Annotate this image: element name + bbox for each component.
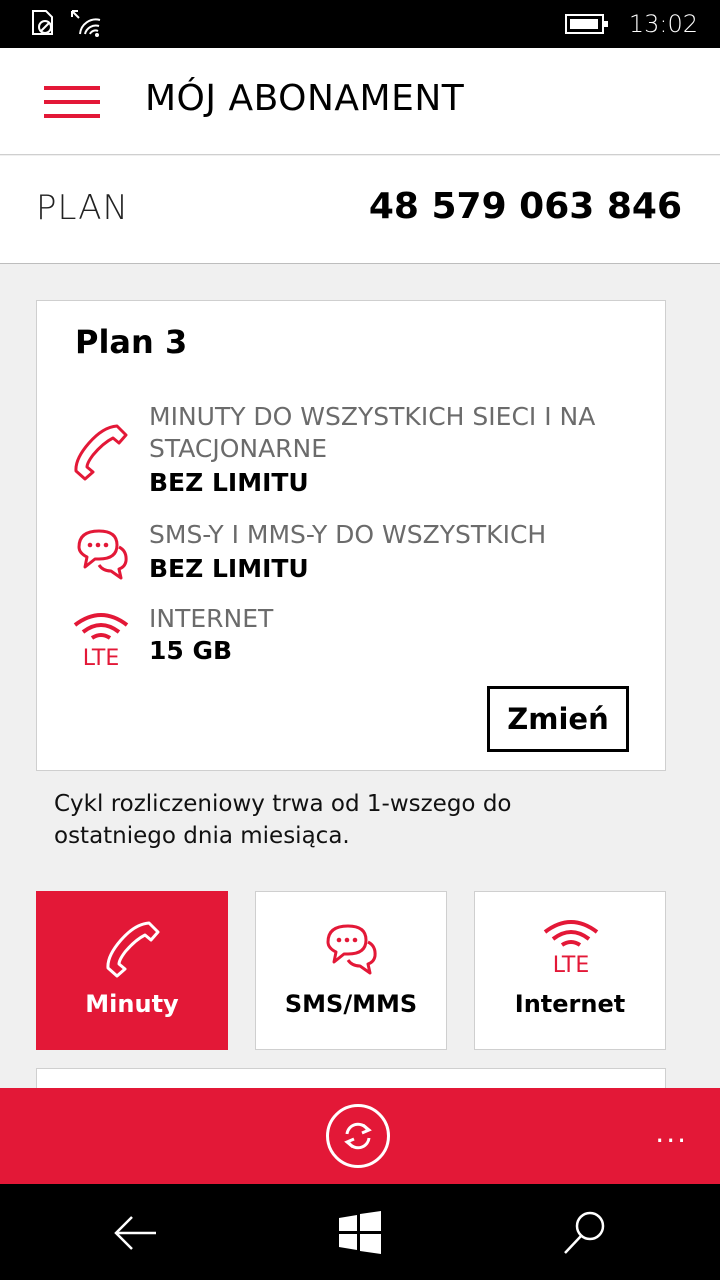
plan-card: Plan 3 MINUTY DO WSZYSTKICH SIECI I NA S… bbox=[36, 300, 666, 771]
lte-icon: LTE bbox=[543, 920, 599, 974]
app-header: MÓJ ABONAMENT bbox=[0, 48, 720, 155]
system-nav-bar bbox=[0, 1184, 720, 1280]
wifi-signal-icon bbox=[71, 10, 101, 37]
hamburger-menu-button[interactable] bbox=[44, 86, 100, 118]
tab-sms-mms[interactable]: SMS/MMS bbox=[255, 891, 447, 1050]
plan-row: PLAN 48 579 063 846 bbox=[0, 156, 720, 264]
lte-icon: LTE bbox=[73, 613, 129, 667]
hamburger-line bbox=[44, 114, 100, 118]
tab-internet[interactable]: LTE Internet bbox=[474, 891, 666, 1050]
lte-icon-text: LTE bbox=[83, 646, 120, 667]
status-time: 13:02 bbox=[628, 10, 698, 38]
feature-value: BEZ LIMITU bbox=[149, 468, 309, 497]
status-icons-left bbox=[30, 8, 104, 38]
phone-number: 48 579 063 846 bbox=[368, 186, 682, 227]
search-icon[interactable] bbox=[560, 1208, 610, 1258]
tab-label: Minuty bbox=[85, 990, 179, 1018]
phone-icon bbox=[74, 424, 128, 481]
feature-name: SMS-Y I MMS-Y DO WSZYSTKICH bbox=[149, 520, 547, 549]
billing-cycle-note: Cykl rozliczeniowy trwa od 1-wszego do o… bbox=[54, 791, 512, 849]
chat-icon bbox=[326, 924, 377, 975]
no-sim-icon bbox=[32, 10, 53, 35]
battery-icon bbox=[564, 14, 608, 34]
phone-icon bbox=[106, 921, 160, 978]
lte-icon-text: LTE bbox=[553, 953, 590, 974]
feature-value: 15 GB bbox=[149, 636, 233, 665]
tab-label: Internet bbox=[514, 990, 626, 1018]
status-icons-right: 13:02 bbox=[564, 0, 698, 48]
feature-name: MINUTY DO WSZYSTKICH SIECI I NA STACJONA… bbox=[149, 402, 596, 463]
refresh-button[interactable] bbox=[326, 1104, 390, 1168]
tab-minutes[interactable]: Minuty bbox=[36, 891, 228, 1050]
feature-value: BEZ LIMITU bbox=[149, 554, 309, 583]
hamburger-line bbox=[44, 86, 100, 90]
page-title: MÓJ ABONAMENT bbox=[145, 78, 465, 119]
change-plan-button[interactable]: Zmień bbox=[487, 686, 629, 752]
plan-label: PLAN bbox=[36, 188, 129, 228]
windows-start-icon[interactable] bbox=[335, 1208, 385, 1258]
tab-label: SMS/MMS bbox=[284, 990, 418, 1018]
back-arrow-icon[interactable] bbox=[110, 1208, 160, 1258]
status-bar: 13:02 bbox=[0, 0, 720, 48]
feature-name: INTERNET bbox=[149, 604, 274, 633]
plan-name: Plan 3 bbox=[75, 323, 188, 361]
app-bar: ... bbox=[0, 1088, 720, 1184]
hamburger-line bbox=[44, 100, 100, 104]
chat-icon bbox=[77, 529, 128, 580]
more-options-button[interactable]: ... bbox=[655, 1116, 688, 1149]
refresh-icon bbox=[344, 1122, 372, 1150]
